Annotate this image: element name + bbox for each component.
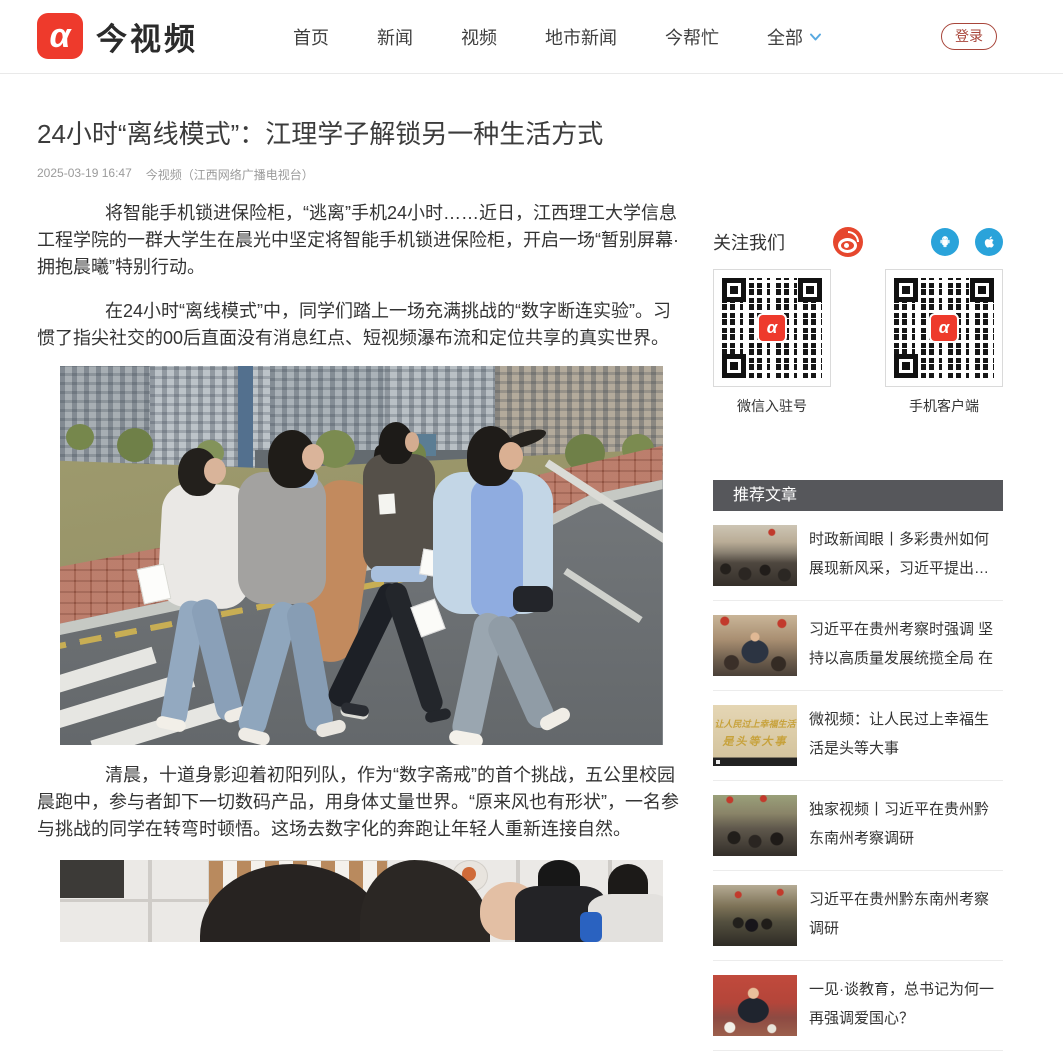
- page-content: 24小时“离线模式”：江理学子解锁另一种生活方式 2025-03-19 16:4…: [0, 116, 1063, 942]
- recommended-article-3[interactable]: 让人民过上幸福生活 是头等大事 微视频：让人民过上幸福生活是头等大事: [713, 691, 1003, 781]
- article-thumbnail: [713, 615, 797, 676]
- article-thumbnail: [713, 525, 797, 586]
- video-player-bar: [713, 758, 797, 766]
- recommended-article-title: 一见·谈教育，总书记为何一再强调爱国心？: [809, 975, 1003, 1036]
- recommended-article-1[interactable]: 时政新闻眼丨多彩贵州如何展现新风采，习近平提出这些明: [713, 511, 1003, 601]
- dark-cabinet: [60, 860, 124, 898]
- thumbnail-calligraphy-text: 让人民过上幸福生活: [713, 717, 797, 730]
- sidebar: 关注我们: [713, 189, 1003, 1051]
- building: [60, 366, 150, 466]
- site-logo-text: 今视频: [96, 14, 198, 59]
- blue-jacket: [580, 912, 602, 942]
- nav-all-label: 全部: [767, 24, 803, 50]
- article-source: 今视频（江西网络广播电视台）: [146, 166, 314, 183]
- thumbnail-calligraphy-text: 是头等大事: [713, 733, 797, 749]
- publish-time: 2025-03-19 16:47: [37, 166, 132, 183]
- recommended-header: 推荐文章: [713, 480, 1003, 511]
- article-paragraph: 将智能手机锁进保险柜，“逃离”手机24小时……近日，江西理工大学信息工程学院的一…: [37, 200, 685, 281]
- login-button[interactable]: 登录: [941, 23, 997, 50]
- qr-caption-wechat: 微信入驻号: [713, 396, 831, 416]
- nav-item-news[interactable]: 新闻: [377, 24, 413, 50]
- recommended-article-5[interactable]: 习近平在贵州黔东南州考察调研: [713, 871, 1003, 961]
- qr-code-app: α: [885, 269, 1003, 387]
- follow-us-title: 关注我们: [713, 229, 785, 255]
- article-image-classroom: [60, 860, 663, 942]
- site-logo[interactable]: α 今视频: [37, 13, 198, 59]
- article-title: 24小时“离线模式”：江理学子解锁另一种生活方式: [37, 116, 685, 152]
- jinshipin-logo-icon: α: [37, 13, 83, 59]
- trees: [66, 424, 94, 450]
- qr-codes: α 微信入驻号 α 手机客户端: [713, 269, 1003, 416]
- site-header: α 今视频 首页 新闻 视频 地市新闻 今帮忙 全部 登录: [0, 0, 1063, 74]
- article-thumbnail-video: 让人民过上幸福生活 是头等大事: [713, 705, 797, 766]
- article-thumbnail: [713, 885, 797, 946]
- recommended-article-title: 独家视频丨习近平在贵州黔东南州考察调研: [809, 795, 1003, 856]
- chevron-down-icon: [809, 32, 822, 42]
- article-thumbnail: [713, 975, 797, 1036]
- recommended-article-title: 时政新闻眼丨多彩贵州如何展现新风采，习近平提出这些明: [809, 525, 1003, 586]
- article-image-campus-run: [60, 366, 663, 745]
- recommended-article-4[interactable]: 独家视频丨习近平在贵州黔东南州考察调研: [713, 781, 1003, 871]
- wechat-qr-block: α 微信入驻号: [713, 269, 831, 416]
- article-meta: 2025-03-19 16:47 今视频（江西网络广播电视台）: [37, 166, 685, 183]
- nav-item-help[interactable]: 今帮忙: [665, 24, 719, 50]
- article-thumbnail: [713, 795, 797, 856]
- article-paragraph: 在24小时“离线模式”中，同学们踏上一场充满挑战的“数字断连实验”。习惯了指尖社…: [37, 298, 685, 352]
- apple-icon[interactable]: [975, 228, 1003, 256]
- recommended-article-2[interactable]: 习近平在贵州考察时强调 坚持以高质量发展统揽全局 在: [713, 601, 1003, 691]
- runner-figure-blue-shirt: [415, 426, 575, 745]
- android-icon[interactable]: [931, 228, 959, 256]
- recommended-article-title: 微视频：让人民过上幸福生活是头等大事: [809, 705, 1003, 766]
- weibo-icon[interactable]: [833, 227, 863, 257]
- follow-us-row: 关注我们: [713, 227, 1003, 257]
- recommended-article-6[interactable]: 一见·谈教育，总书记为何一再强调爱国心？: [713, 961, 1003, 1051]
- qr-caption-app: 手机客户端: [885, 396, 1003, 416]
- nav-item-all-dropdown[interactable]: 全部: [767, 24, 822, 50]
- article: 24小时“离线模式”：江理学子解锁另一种生活方式 2025-03-19 16:4…: [37, 116, 685, 942]
- main-nav: 首页 新闻 视频 地市新闻 今帮忙 全部: [293, 0, 822, 73]
- qr-code-wechat: α: [713, 269, 831, 387]
- qr-center-logo: α: [757, 313, 787, 343]
- recommended-article-title: 习近平在贵州考察时强调 坚持以高质量发展统揽全局 在: [809, 615, 1003, 676]
- nav-item-home[interactable]: 首页: [293, 24, 329, 50]
- nav-item-video[interactable]: 视频: [461, 24, 497, 50]
- recommended-article-title: 习近平在贵州黔东南州考察调研: [809, 885, 1003, 946]
- qr-center-logo: α: [929, 313, 959, 343]
- app-qr-block: α 手机客户端: [885, 269, 1003, 416]
- article-paragraph: 清晨，十道身影迎着初阳列队，作为“数字斋戒”的首个挑战，五公里校园晨跑中，参与者…: [37, 762, 685, 843]
- nav-item-city-news[interactable]: 地市新闻: [545, 24, 617, 50]
- recommended-articles: 推荐文章 时政新闻眼丨多彩贵州如何展现新风采，习近平提出这些明 习近平在贵州考察…: [713, 480, 1003, 1051]
